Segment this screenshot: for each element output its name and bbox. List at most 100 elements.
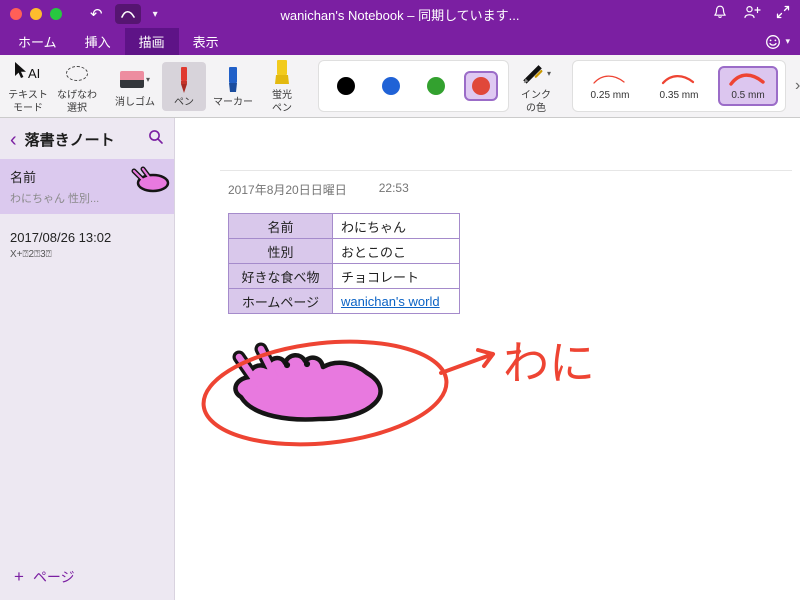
pen-button[interactable]: ペン — [162, 61, 206, 111]
feedback-smiley-button[interactable]: ▾ — [765, 28, 800, 55]
text-mode-label2: モード — [13, 103, 43, 114]
stroke-width-label: 0.35 mm — [659, 90, 699, 101]
scribble-icon — [120, 10, 135, 18]
ink-color-label: インク — [521, 90, 551, 101]
undo-icon: ↶ — [90, 5, 103, 23]
page-thumbnail — [128, 166, 172, 199]
row-header-cell: 名前 — [228, 213, 333, 239]
color-swatch-black[interactable] — [329, 71, 363, 101]
stroke-width-option-035[interactable]: 0.35 mm — [649, 66, 709, 106]
plus-icon: + — [14, 567, 24, 586]
eraser-icon — [119, 71, 144, 88]
sidebar-header: ‹ 落書きノート — [0, 118, 174, 159]
page-item-title: 2017/08/26 13:02 — [10, 230, 112, 245]
marker-icon — [229, 66, 237, 92]
chevron-down-icon: ▾ — [152, 8, 158, 20]
pen-icon — [181, 66, 187, 93]
page-canvas[interactable]: 2017年8月20日日曜日 22:53 名前 わにちゃん 性別 おとこのこ 好き… — [175, 118, 800, 600]
lasso-label: なげなわ — [57, 90, 97, 101]
smiley-icon — [766, 34, 781, 49]
ribbon-tab-bar: ホーム 挿入 描画 表示 ▾ — [0, 28, 800, 55]
stroke-width-group: 0.25 mm 0.35 mm 0.5 mm — [572, 60, 786, 112]
highlighter-icon — [275, 60, 289, 84]
notebook-section-title: 落書きノート — [24, 132, 115, 149]
table-row: ホームページ wanichan's world — [228, 288, 460, 314]
highlighter-button[interactable]: 蛍光 ペン — [260, 55, 304, 117]
ribbon-toolbar: AI テキスト モード なげなわ 選択 ▾ 消しゴム ペン マーカー 蛍光 ペン… — [0, 55, 800, 118]
color-swatch-blue[interactable] — [374, 71, 408, 101]
stroke-squiggle-icon — [593, 75, 625, 84]
share-button[interactable] — [743, 5, 761, 24]
expand-icon — [776, 5, 790, 18]
red-swatch-dot — [472, 77, 490, 95]
ribbon-overflow-button[interactable]: › — [791, 77, 800, 95]
notifications-button[interactable] — [712, 4, 728, 25]
stroke-width-label: 0.25 mm — [590, 90, 630, 101]
fullscreen-button[interactable] — [776, 5, 790, 24]
draw-mode-button[interactable] — [114, 4, 141, 24]
tab-insert[interactable]: 挿入 — [71, 28, 125, 55]
marker-button[interactable]: マーカー — [211, 62, 255, 111]
back-button[interactable]: ‹ — [10, 130, 17, 150]
stroke-width-option-025[interactable]: 0.25 mm — [580, 66, 640, 106]
row-header-cell: 性別 — [228, 238, 333, 264]
quick-access-chevron-button[interactable]: ▾ — [153, 9, 158, 20]
table-row: 性別 おとこのこ — [228, 238, 460, 264]
handwritten-annotation: わに — [503, 337, 595, 389]
text-cursor-icon: AI — [15, 62, 40, 81]
highlighter-label2: ペン — [272, 103, 292, 114]
black-swatch-dot — [337, 77, 355, 95]
stroke-squiggle-icon — [661, 74, 695, 85]
table-row: 名前 わにちゃん — [228, 213, 460, 239]
chevron-left-icon: ‹ — [10, 128, 17, 151]
tab-draw[interactable]: 描画 — [124, 28, 179, 55]
page-list-item[interactable]: 名前 わにちゃん 性別... — [0, 159, 174, 214]
tab-view[interactable]: 表示 — [179, 28, 233, 55]
ink-color-label2: の色 — [526, 103, 546, 114]
page-date-row: 2017年8月20日日曜日 22:53 — [220, 170, 792, 198]
stroke-width-label: 0.5 mm — [731, 90, 765, 101]
svg-text:AI: AI — [28, 66, 40, 81]
row-header-cell: 好きな食べ物 — [228, 263, 333, 289]
highlighter-label: 蛍光 — [272, 90, 292, 101]
lasso-icon — [66, 65, 88, 81]
eraser-button[interactable]: ▾ 消しゴム — [113, 62, 157, 111]
undo-button[interactable]: ↶ — [90, 7, 103, 22]
add-page-button[interactable]: + ページ — [0, 554, 174, 600]
row-value-cell: おとこのこ — [332, 238, 460, 264]
crocodile-doodle — [232, 342, 383, 422]
page-item-subtitle: X+⍰2⍰3⍰ — [10, 249, 52, 260]
page-time: 22:53 — [378, 181, 409, 195]
bell-icon — [714, 5, 726, 18]
lasso-select-button[interactable]: なげなわ 選択 — [55, 55, 99, 117]
stroke-squiggle-icon — [729, 73, 765, 86]
stroke-width-option-05[interactable]: 0.5 mm — [718, 66, 778, 106]
ink-color-button[interactable]: ▾ インク の色 — [514, 55, 558, 117]
text-mode-label: テキスト — [8, 90, 48, 101]
ink-color-icon — [523, 65, 543, 84]
search-button[interactable] — [148, 129, 164, 150]
eraser-label: 消しゴム — [115, 96, 155, 108]
tab-home[interactable]: ホーム — [4, 28, 71, 55]
page-list-item[interactable]: 2017/08/26 13:02 X+⍰2⍰3⍰ — [0, 214, 174, 268]
table-row: 好きな食べ物 チョコレート — [228, 263, 460, 289]
add-page-label: ページ — [32, 569, 75, 585]
ink-color-swatches — [318, 60, 509, 112]
doodle-canvas: わに — [201, 337, 595, 447]
color-swatch-green[interactable] — [419, 71, 453, 101]
row-value-cell: わにちゃん — [332, 213, 460, 239]
page-item-subtitle: わにちゃん 性別... — [10, 193, 100, 205]
blue-swatch-dot — [382, 77, 400, 95]
color-swatch-red[interactable] — [464, 71, 498, 101]
chevron-down-icon: ▾ — [145, 75, 150, 84]
pen-label: ペン — [174, 96, 194, 108]
text-mode-button[interactable]: AI テキスト モード — [6, 55, 50, 117]
page-date: 2017年8月20日日曜日 — [228, 183, 347, 197]
red-arrow-annotation — [439, 348, 495, 375]
homepage-link[interactable]: wanichan's world — [341, 294, 440, 309]
page-sidebar: ‹ 落書きノート 名前 わにちゃん 性別... 2017/08/26 13:02… — [0, 118, 175, 600]
chevron-down-icon: ▾ — [546, 68, 551, 78]
lasso-label2: 選択 — [67, 103, 87, 114]
titlebar: wanichan's Notebook – 同期しています... ↶ ▾ — [0, 0, 800, 28]
chevron-down-icon: ▾ — [785, 36, 790, 46]
